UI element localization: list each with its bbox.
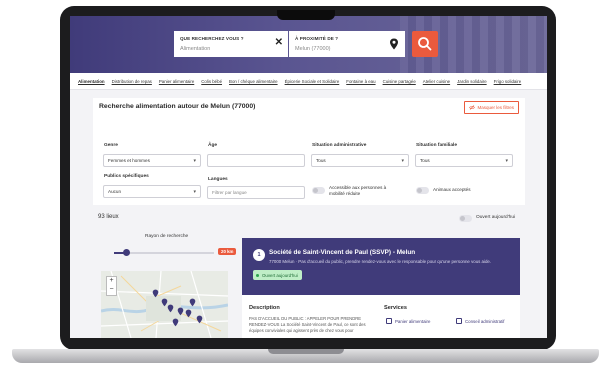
search-what-field[interactable]: QUE RECHERCHEZ VOUS ? Alimentation ✕ — [174, 31, 288, 57]
service-item[interactable]: Conseil administratif — [465, 319, 505, 324]
age-label: Âge — [208, 143, 218, 148]
tab-bon-cheque[interactable]: Bon / chèque alimentaire — [229, 79, 278, 84]
tab-colis-bebe[interactable]: Colis bébé — [201, 79, 222, 84]
animaux-toggle[interactable] — [416, 187, 429, 194]
search-where-field[interactable]: À PROXIMITÉ DE ? Melun (77000) — [289, 31, 405, 57]
accessible-label: Accessible aux personnes à mobilité rédu… — [329, 185, 386, 197]
map-pin-icon[interactable] — [152, 289, 159, 298]
zoom-in-button[interactable]: + — [107, 277, 116, 286]
eye-off-icon — [469, 105, 476, 110]
situation-familiale-label: Situation familiale — [416, 143, 458, 148]
tab-alimentation[interactable]: Alimentation — [78, 79, 105, 84]
situation-familiale-value: Tous — [420, 158, 430, 163]
search-what-label: QUE RECHERCHEZ VOUS ? — [180, 36, 244, 41]
radius-label: Rayon de recherche — [145, 234, 189, 239]
services-heading: Services — [384, 305, 408, 311]
open-today-badge-label: Ouvert aujourd'hui — [262, 272, 298, 278]
chevron-down-icon: ▾ — [193, 158, 196, 164]
publics-select[interactable]: Aucun ▾ — [103, 185, 201, 198]
basket-icon — [386, 318, 392, 324]
situation-admin-value: Tous — [316, 158, 326, 163]
status-dot-icon — [256, 273, 259, 277]
result-number: 1 — [253, 249, 265, 261]
radius-value-badge: 20 km — [218, 248, 237, 255]
accessible-label-line2: mobilité réduite — [329, 191, 361, 196]
tab-epicerie-sociale[interactable]: Épicerie Sociale et Solidaire — [285, 79, 340, 84]
document-icon — [456, 318, 462, 324]
result-card-header[interactable] — [242, 238, 520, 295]
filter-panel: Recherche alimentation autour de Melun (… — [93, 98, 525, 205]
animaux-label: Animaux acceptés — [433, 187, 471, 192]
chevron-down-icon: ▾ — [193, 189, 196, 195]
description-heading: Description — [249, 305, 280, 311]
tab-jardin-solidaire[interactable]: Jardin solidaire — [457, 79, 487, 84]
genre-label: Genre — [104, 143, 118, 148]
search-button[interactable] — [412, 31, 438, 57]
chevron-down-icon: ▾ — [505, 158, 508, 164]
map-pin-icon[interactable] — [177, 307, 184, 316]
publics-label: Publics spécifiques — [104, 174, 149, 179]
result-title[interactable]: Société de Saint-Vincent de Paul (SSVP) … — [269, 249, 415, 256]
zoom-out-button[interactable]: − — [107, 286, 116, 295]
tab-panier-alimentaire[interactable]: Panier alimentaire — [159, 79, 194, 84]
search-icon — [418, 37, 432, 51]
langues-placeholder: Filtrer par langue — [212, 190, 247, 195]
genre-value: Femmes et hommes — [108, 158, 150, 163]
situation-admin-select[interactable]: Tous ▾ — [311, 154, 409, 167]
open-today-badge: Ouvert aujourd'hui — [253, 270, 302, 280]
result-subtitle: 77000 Melun · Pas d'accueil du public, p… — [269, 259, 492, 264]
description-text: PAS D'ACCUEIL DU PUBLIC : APPELER POUR P… — [249, 316, 379, 334]
map-pin-icon[interactable] — [185, 309, 192, 318]
results-count: 93 lieux — [98, 214, 119, 220]
laptop-base-notch — [268, 349, 344, 354]
radius-slider-handle[interactable] — [123, 249, 130, 256]
tab-cuisine-partagee[interactable]: Cuisine partagée — [383, 79, 416, 84]
chevron-down-icon: ▾ — [401, 158, 404, 164]
age-input[interactable] — [207, 154, 305, 167]
category-nav: Alimentation Distribution de repas Panie… — [70, 73, 547, 90]
tab-frigo-solidaire[interactable]: Frigo solidaire — [494, 79, 522, 84]
tab-atelier-cuisine[interactable]: Atelier cuisine — [423, 79, 450, 84]
langues-input[interactable]: Filtrer par langue — [207, 186, 305, 199]
screen: QUE RECHERCHEZ VOUS ? Alimentation ✕ À P… — [70, 16, 547, 338]
hide-filters-button[interactable]: Masquer les filtres — [464, 101, 519, 114]
map-pin-icon[interactable] — [189, 298, 196, 307]
situation-admin-label: Situation administrative — [312, 143, 367, 148]
map-pin-icon[interactable] — [389, 38, 399, 50]
service-item[interactable]: Panier alimentaire — [395, 319, 430, 324]
search-where-label: À PROXIMITÉ DE ? — [295, 36, 339, 41]
tab-fontaine-eau[interactable]: Fontaine à eau — [346, 79, 375, 84]
publics-value: Aucun — [108, 189, 122, 194]
map-zoom-control: + − — [106, 276, 117, 296]
tab-distribution-repas[interactable]: Distribution de repas — [112, 79, 152, 84]
search-where-input[interactable]: Melun (77000) — [295, 46, 330, 52]
open-today-toggle[interactable] — [459, 215, 472, 222]
langues-label: Langues — [208, 177, 228, 182]
hide-filters-label: Masquer les filtres — [477, 105, 514, 110]
description-line: équipes conviviales qui agissent près de… — [249, 328, 354, 333]
map-pin-icon[interactable] — [172, 318, 179, 327]
page-title: Recherche alimentation autour de Melun (… — [99, 103, 256, 110]
close-icon[interactable]: ✕ — [275, 38, 283, 48]
map-pin-icon[interactable] — [167, 304, 174, 313]
situation-familiale-select[interactable]: Tous ▾ — [415, 154, 513, 167]
results-map[interactable] — [101, 271, 228, 338]
open-today-label: Ouvert aujourd'hui — [476, 215, 516, 220]
search-what-input[interactable]: Alimentation — [180, 46, 210, 52]
genre-select[interactable]: Femmes et hommes ▾ — [103, 154, 201, 167]
accessible-toggle[interactable] — [312, 187, 325, 194]
map-pin-icon[interactable] — [196, 315, 203, 324]
camera-notch — [277, 10, 335, 20]
